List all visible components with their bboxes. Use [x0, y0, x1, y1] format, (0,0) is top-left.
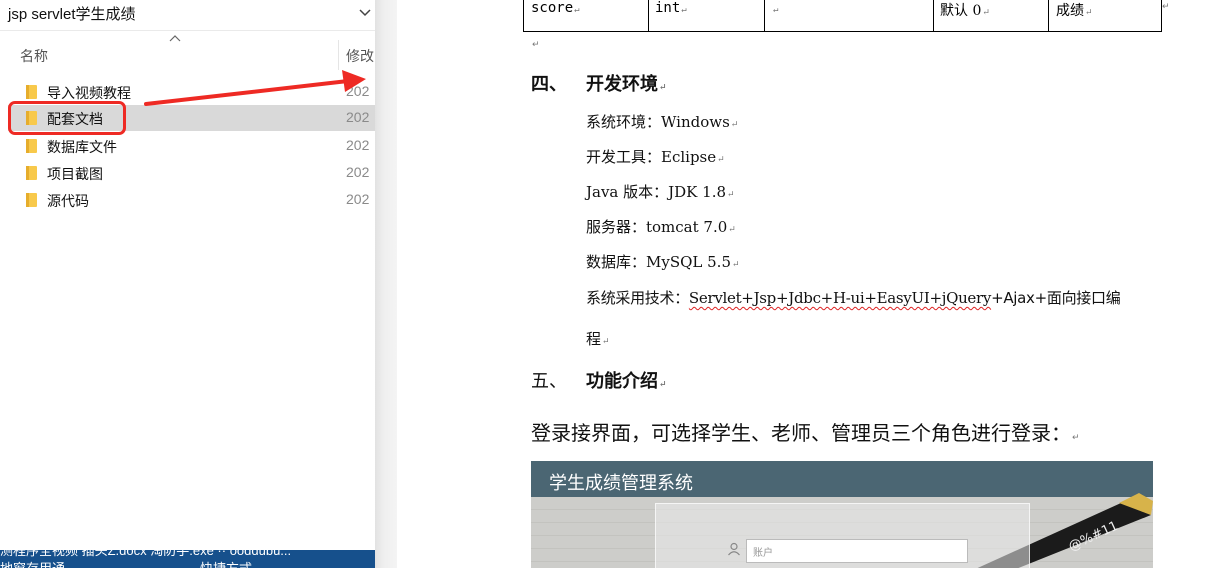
- column-header-name[interactable]: 名称: [20, 46, 48, 66]
- env-line: 数据库：MySQL 5.5↵: [586, 253, 740, 271]
- folder-icon: [26, 139, 37, 153]
- env-line: 系统环境：Windows↵: [586, 113, 739, 131]
- folder-icon: [26, 193, 37, 207]
- folder-icon: [26, 85, 37, 99]
- file-row[interactable]: 源代码 202: [8, 187, 375, 213]
- taskbar-strip: 测程序全视频 插头Z.docx 淘防手.exe ·· ooddubu... 地窗…: [0, 550, 375, 568]
- file-date: 202: [346, 83, 370, 99]
- table-cell: int↵: [655, 0, 687, 16]
- login-description: 登录接界面，可选择学生、老师、管理员三个角色进行登录：↵: [531, 421, 1080, 445]
- field-table-row: score↵ int↵ ↵ 默认 0↵ 成绩↵: [523, 0, 1162, 32]
- folder-title: jsp servlet学生成绩: [8, 6, 136, 23]
- taskbar-text: 地窗存用通: [0, 558, 65, 568]
- file-date: 202: [346, 137, 370, 153]
- table-divider: [1048, 0, 1049, 32]
- tech-line: 系统采用技术：Servlet+Jsp+Jdbc+H-ui+EasyUI+jQue…: [586, 289, 1121, 307]
- folder-icon: [26, 166, 37, 180]
- login-screenshot: 学生成绩管理系统 @%#11 账户: [531, 461, 1153, 568]
- table-divider: [933, 0, 934, 32]
- table-divider: [764, 0, 765, 32]
- column-header-modified[interactable]: 修改: [346, 46, 374, 66]
- table-cell: score↵: [531, 0, 580, 16]
- file-date: 202: [346, 191, 370, 207]
- column-divider[interactable]: [338, 40, 339, 70]
- env-line: Java 版本：JDK 1.8↵: [586, 183, 735, 201]
- table-divider: [648, 0, 649, 32]
- chevron-down-icon[interactable]: [358, 2, 372, 22]
- title-divider: [0, 30, 375, 31]
- user-icon: [728, 542, 740, 556]
- row-end-mark: ↵: [1162, 2, 1170, 12]
- highlight-box: [8, 101, 126, 135]
- account-input[interactable]: 账户: [746, 539, 968, 563]
- table-cell: 成绩↵: [1056, 3, 1093, 19]
- file-name: 数据库文件: [47, 139, 117, 155]
- sort-ascending-icon: [169, 35, 181, 42]
- file-explorer-pane: jsp servlet学生成绩 名称 修改 导入视频教程 202 配套文档 20…: [0, 0, 375, 568]
- file-row[interactable]: 项目截图 202: [8, 160, 375, 186]
- table-cell: 默认 0↵: [940, 3, 990, 19]
- file-name: 项目截图: [47, 166, 103, 182]
- section-heading-4: 四、 开发环境↵: [531, 74, 667, 95]
- table-cell: ↵: [773, 5, 779, 15]
- file-date: 202: [346, 164, 370, 180]
- window-gap: [375, 0, 397, 568]
- file-row[interactable]: 数据库文件 202: [8, 133, 375, 159]
- file-date: 202: [346, 109, 370, 125]
- file-name: 导入视频教程: [47, 85, 131, 101]
- paragraph-mark: ↵: [532, 40, 540, 50]
- login-system-title: 学生成绩管理系统: [549, 473, 693, 494]
- section-heading-5: 五、 功能介绍↵: [531, 371, 667, 392]
- tech-line-wrap: 程↵: [586, 330, 610, 348]
- file-name: 源代码: [47, 193, 89, 209]
- account-placeholder: 账户: [753, 548, 773, 559]
- env-line: 开发工具：Eclipse↵: [586, 148, 725, 166]
- taskbar-text: 快捷方式: [200, 558, 252, 568]
- document-page: score↵ int↵ ↵ 默认 0↵ 成绩↵ ↵ ↵ 四、 开发环境↵ 系统环…: [397, 0, 1213, 568]
- env-line: 服务器：tomcat 7.0↵: [586, 218, 736, 236]
